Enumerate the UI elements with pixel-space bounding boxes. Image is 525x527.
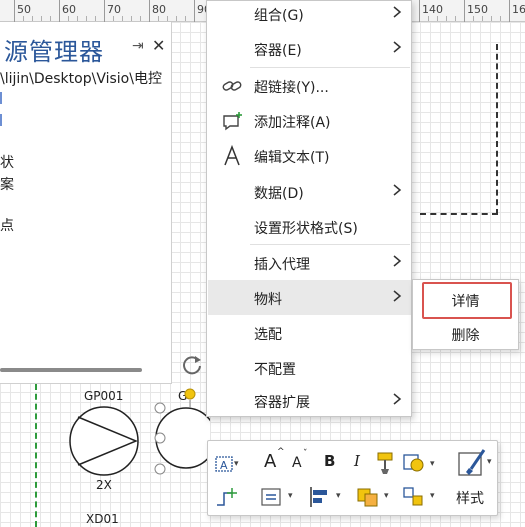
- chevron-down-icon[interactable]: ▾: [430, 491, 435, 501]
- group-icon[interactable]: [400, 483, 428, 511]
- chevron-down-icon[interactable]: ▾: [234, 459, 239, 469]
- ruler-label: 70: [107, 3, 121, 16]
- highlight-box: [422, 282, 512, 319]
- align-text-icon[interactable]: [258, 483, 286, 511]
- chevron-right-icon: [393, 290, 402, 302]
- tree-item[interactable]: 点: [0, 215, 14, 235]
- panel-title: 源管理器: [4, 38, 104, 66]
- chevron-right-icon: [393, 393, 402, 405]
- rotate-handle-icon[interactable]: [180, 352, 204, 376]
- menu-item-label: 设置形状格式(S): [254, 221, 358, 237]
- chevron-down-icon[interactable]: ▾: [487, 457, 492, 467]
- menu-item-edit-text[interactable]: 编辑文本(T): [208, 138, 411, 173]
- italic-button[interactable]: I: [354, 452, 360, 470]
- format-painter-icon[interactable]: [372, 449, 400, 477]
- bring-forward-icon[interactable]: [354, 483, 382, 511]
- align-shapes-icon[interactable]: [306, 483, 334, 511]
- file-path: \lijin\Desktop\Visio\电控: [0, 71, 162, 87]
- ruler-label: 150: [467, 3, 488, 16]
- ruler-tick: [149, 0, 150, 22]
- fill-color-icon[interactable]: [400, 449, 428, 477]
- menu-item-option[interactable]: 选配: [208, 315, 411, 350]
- ruler-tick: [419, 0, 420, 22]
- chevron-down-icon[interactable]: ▾: [384, 491, 389, 501]
- resource-manager-panel: 源管理器 ⇥ ✕ \lijin\Desktop\Visio\电控 状 案 点: [0, 22, 172, 384]
- menu-item-label: 编辑文本(T): [254, 150, 330, 166]
- tree-item[interactable]: 案: [0, 174, 14, 194]
- shrink-font-button[interactable]: A: [292, 455, 302, 471]
- mini-toolbar: A ▾ A ^ A ˇ B I ▾ ▾ ▾ ▾ ▾ ▾ 样式: [207, 440, 498, 516]
- tree-item[interactable]: 状: [0, 152, 14, 172]
- bold-button[interactable]: B: [324, 452, 335, 470]
- grow-font-caret-icon: ^: [277, 447, 285, 457]
- comment-icon: [223, 112, 242, 131]
- grow-font-button[interactable]: A: [264, 451, 276, 472]
- menu-item-label: 容器(E): [254, 43, 302, 59]
- chevron-down-icon[interactable]: ▾: [336, 491, 341, 501]
- chevron-down-icon[interactable]: ▾: [288, 491, 293, 501]
- shrink-font-caret-icon: ˇ: [303, 449, 308, 459]
- ruler-tick: [59, 0, 60, 22]
- menu-item-label: 超链接(Y)...: [254, 80, 329, 96]
- menu-item-label: 物料: [254, 292, 282, 308]
- menu-item-format-shape[interactable]: 设置形状格式(S): [208, 209, 411, 244]
- connector-icon[interactable]: [212, 483, 240, 511]
- menu-item-label: 添加注释(A): [254, 115, 331, 131]
- menu-item-label: 数据(D): [254, 186, 304, 202]
- menu-item-add-comment[interactable]: 添加注释(A): [208, 103, 411, 138]
- tree-marker: [0, 114, 2, 126]
- pump-symbol[interactable]: [68, 405, 140, 477]
- menu-item-container-extension[interactable]: 容器扩展: [208, 383, 411, 418]
- menu-item-label: 插入代理: [254, 257, 310, 273]
- shape-label-gp001: GP001: [84, 389, 124, 403]
- shape-quantity-label: 2X: [96, 478, 112, 492]
- svg-text:A: A: [220, 459, 228, 472]
- chevron-right-icon: [393, 255, 402, 267]
- ruler-label: 80: [152, 3, 166, 16]
- shape-label-xd01: XD01: [86, 512, 119, 526]
- ruler-tick: [464, 0, 465, 22]
- text-edit-icon: [224, 144, 240, 166]
- context-menu: 组合(G) 容器(E) 超链接(Y)... 添加注释(A) 编辑文本(T) 数据…: [206, 0, 412, 417]
- menu-item-label: 容器扩展: [254, 395, 310, 411]
- chevron-right-icon: [393, 41, 402, 53]
- menu-item-container[interactable]: 容器(E): [208, 31, 411, 66]
- chevron-right-icon: [393, 184, 402, 196]
- menu-item-hyperlink[interactable]: 超链接(Y)...: [208, 68, 411, 103]
- ruler-label: 140: [422, 3, 443, 16]
- ruler-label: 50: [17, 3, 31, 16]
- ruler-tick: [14, 0, 15, 22]
- menu-item-insert-proxy[interactable]: 插入代理: [208, 245, 411, 280]
- ruler-tick: [194, 0, 195, 22]
- menu-item-data[interactable]: 数据(D): [208, 174, 411, 209]
- ruler-label: 60: [62, 3, 76, 16]
- menu-item-group[interactable]: 组合(G): [208, 0, 411, 31]
- submenu-item-label: 删除: [451, 328, 480, 344]
- menu-item-no-config[interactable]: 不配置: [208, 350, 411, 385]
- material-submenu: 详情 删除: [412, 279, 519, 350]
- container-edge-line: [35, 384, 37, 527]
- chevron-down-icon[interactable]: ▾: [430, 459, 435, 469]
- ruler-label: 160: [512, 3, 525, 16]
- horizontal-scrollbar[interactable]: [0, 368, 142, 372]
- container-boundary[interactable]: [420, 44, 498, 215]
- menu-item-label: 组合(G): [254, 8, 304, 24]
- link-icon: [222, 81, 242, 91]
- style-brush-icon[interactable]: [456, 447, 490, 481]
- chevron-right-icon: [393, 6, 402, 18]
- close-icon[interactable]: ✕: [152, 36, 165, 55]
- pin-icon[interactable]: ⇥: [132, 38, 144, 54]
- ruler-tick: [104, 0, 105, 22]
- ruler-tick: [509, 0, 510, 22]
- menu-item-material[interactable]: 物料: [208, 280, 411, 315]
- menu-item-label: 不配置: [254, 362, 296, 378]
- menu-item-label: 选配: [254, 327, 282, 343]
- style-button-label[interactable]: 样式: [456, 488, 484, 508]
- tree-marker: [0, 92, 2, 104]
- submenu-item-delete[interactable]: 删除: [413, 316, 518, 350]
